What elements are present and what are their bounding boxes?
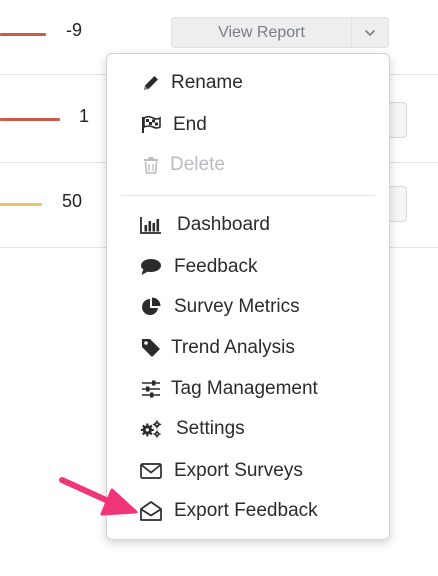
menu-item-export-feedback[interactable]: Export Feedback [107,493,389,529]
menu-item-export-surveys[interactable]: Export Surveys [107,453,389,489]
pie-chart-icon [140,297,162,317]
menu-item-tag-management[interactable]: Tag Management [107,371,389,407]
view-report-split-button: View Report [171,17,389,48]
bar-chart-icon [140,215,162,235]
annotation-arrow-icon [59,477,138,516]
chevron-down-icon [364,29,376,36]
score-bar [0,33,46,36]
gears-icon [140,419,162,439]
menu-item-survey-metrics[interactable]: Survey Metrics [107,289,389,325]
menu-item-dashboard[interactable]: Dashboard [107,207,389,243]
menu-item-label: Delete [170,154,225,175]
tag-icon [140,338,162,358]
menu-item-end[interactable]: End [107,107,389,143]
menu-item-label: Settings [176,418,245,439]
pencil-icon [140,73,162,93]
menu-item-label: Export Feedback [174,500,318,521]
menu-item-label: Trend Analysis [171,337,295,358]
score-value: -9 [66,20,83,40]
menu-item-label: Feedback [174,256,258,277]
envelope-open-icon [140,501,162,521]
menu-item-trend-analysis[interactable]: Trend Analysis [107,330,389,366]
score-value: 1 [79,106,90,126]
checkered-flag-icon [140,115,162,135]
score-value: 50 [62,191,83,211]
score-bar [0,118,60,121]
menu-item-rename[interactable]: Rename [107,65,389,101]
menu-item-settings[interactable]: Settings [107,411,389,447]
menu-item-feedback[interactable]: Feedback [107,249,389,285]
menu-item-label: Export Surveys [174,460,303,481]
trash-icon [140,155,162,175]
menu-item-label: Dashboard [177,214,270,235]
menu-item-label: Survey Metrics [174,296,300,317]
menu-item-delete: Delete [107,147,389,183]
sliders-icon [140,379,162,399]
menu-item-label: Tag Management [171,378,318,399]
speech-bubble-icon [140,257,162,277]
menu-divider [121,195,375,196]
menu-item-label: Rename [171,72,243,93]
view-report-button[interactable]: View Report [171,17,351,48]
actions-dropdown-menu: Rename End Delete Dashboard Feedback Sur… [106,53,390,540]
menu-item-label: End [173,114,207,135]
score-bar [0,203,42,206]
envelope-icon [140,461,162,481]
dropdown-toggle-button[interactable] [351,17,389,48]
